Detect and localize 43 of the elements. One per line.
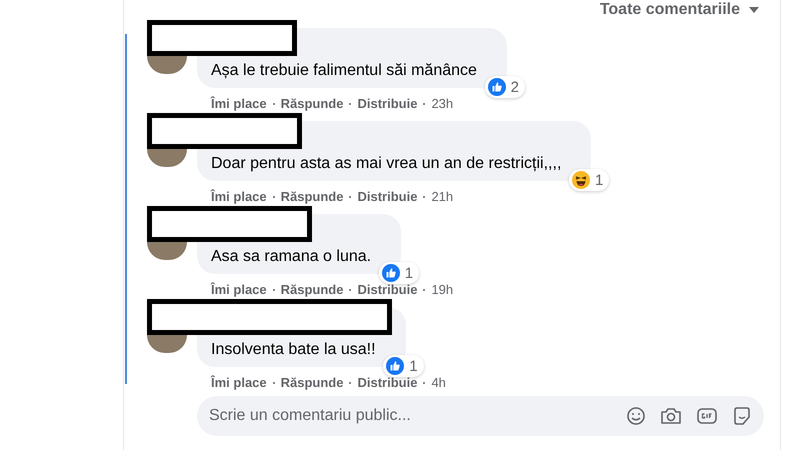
comment-text: Asa sa ramana o luna. [211, 248, 372, 266]
reaction-count: 1 [409, 358, 418, 374]
action-link[interactable]: Îmi place [211, 96, 267, 111]
reaction-count: 1 [595, 172, 604, 188]
comment-text: Doar pentru asta as mai vrea un an de restricții,,,, [211, 155, 562, 173]
action-link[interactable]: Îmi place [211, 189, 267, 204]
laughing-face-icon [572, 171, 590, 189]
action-link[interactable]: Răspunde [280, 96, 344, 111]
caret-icon [748, 6, 760, 14]
action-link[interactable]: Distribuie [357, 189, 418, 204]
timestamp[interactable]: 4h [431, 375, 446, 390]
timestamp[interactable]: 21h [431, 189, 454, 204]
comment-text: Insolventa bate la usa!! [211, 341, 376, 359]
avatar[interactable] [147, 56, 187, 74]
action-link[interactable]: Răspunde [280, 282, 344, 297]
sticker-icon[interactable] [732, 406, 752, 426]
gif-icon[interactable] [696, 406, 718, 426]
reaction-badge[interactable]: 1 [569, 169, 610, 191]
action-link[interactable]: Răspunde [280, 189, 344, 204]
action-link[interactable]: Distribuie [357, 375, 418, 390]
action-link[interactable]: Distribuie [357, 96, 418, 111]
reaction-count: 1 [404, 264, 414, 282]
comment-text: Așa le trebuie falimentul săi mănânce [211, 62, 477, 80]
timestamp[interactable]: 23h [431, 96, 454, 111]
reaction-badge[interactable]: 1 [378, 262, 420, 284]
emoji-icon[interactable] [626, 406, 646, 426]
thumbs-up-icon [386, 357, 404, 375]
camera-icon[interactable] [660, 406, 682, 426]
thumbs-up-icon [488, 78, 506, 96]
action-link[interactable]: Îmi place [211, 375, 267, 390]
filter-label[interactable]: Toate comentariile [600, 1, 740, 19]
avatar[interactable] [147, 335, 187, 353]
thumbs-up-icon [382, 264, 400, 282]
action-link[interactable]: Îmi place [211, 282, 267, 297]
avatar[interactable] [147, 149, 187, 167]
reaction-badge[interactable]: 1 [383, 355, 424, 377]
action-link[interactable]: Distribuie [357, 282, 418, 297]
avatar[interactable] [147, 242, 187, 260]
action-link[interactable]: Răspunde [280, 375, 344, 390]
timestamp[interactable]: 19h [431, 282, 454, 297]
reaction-badge[interactable]: 2 [484, 76, 525, 98]
reaction-count: 2 [510, 78, 519, 96]
comment-input[interactable]: Scrie un comentariu public... [197, 396, 764, 436]
